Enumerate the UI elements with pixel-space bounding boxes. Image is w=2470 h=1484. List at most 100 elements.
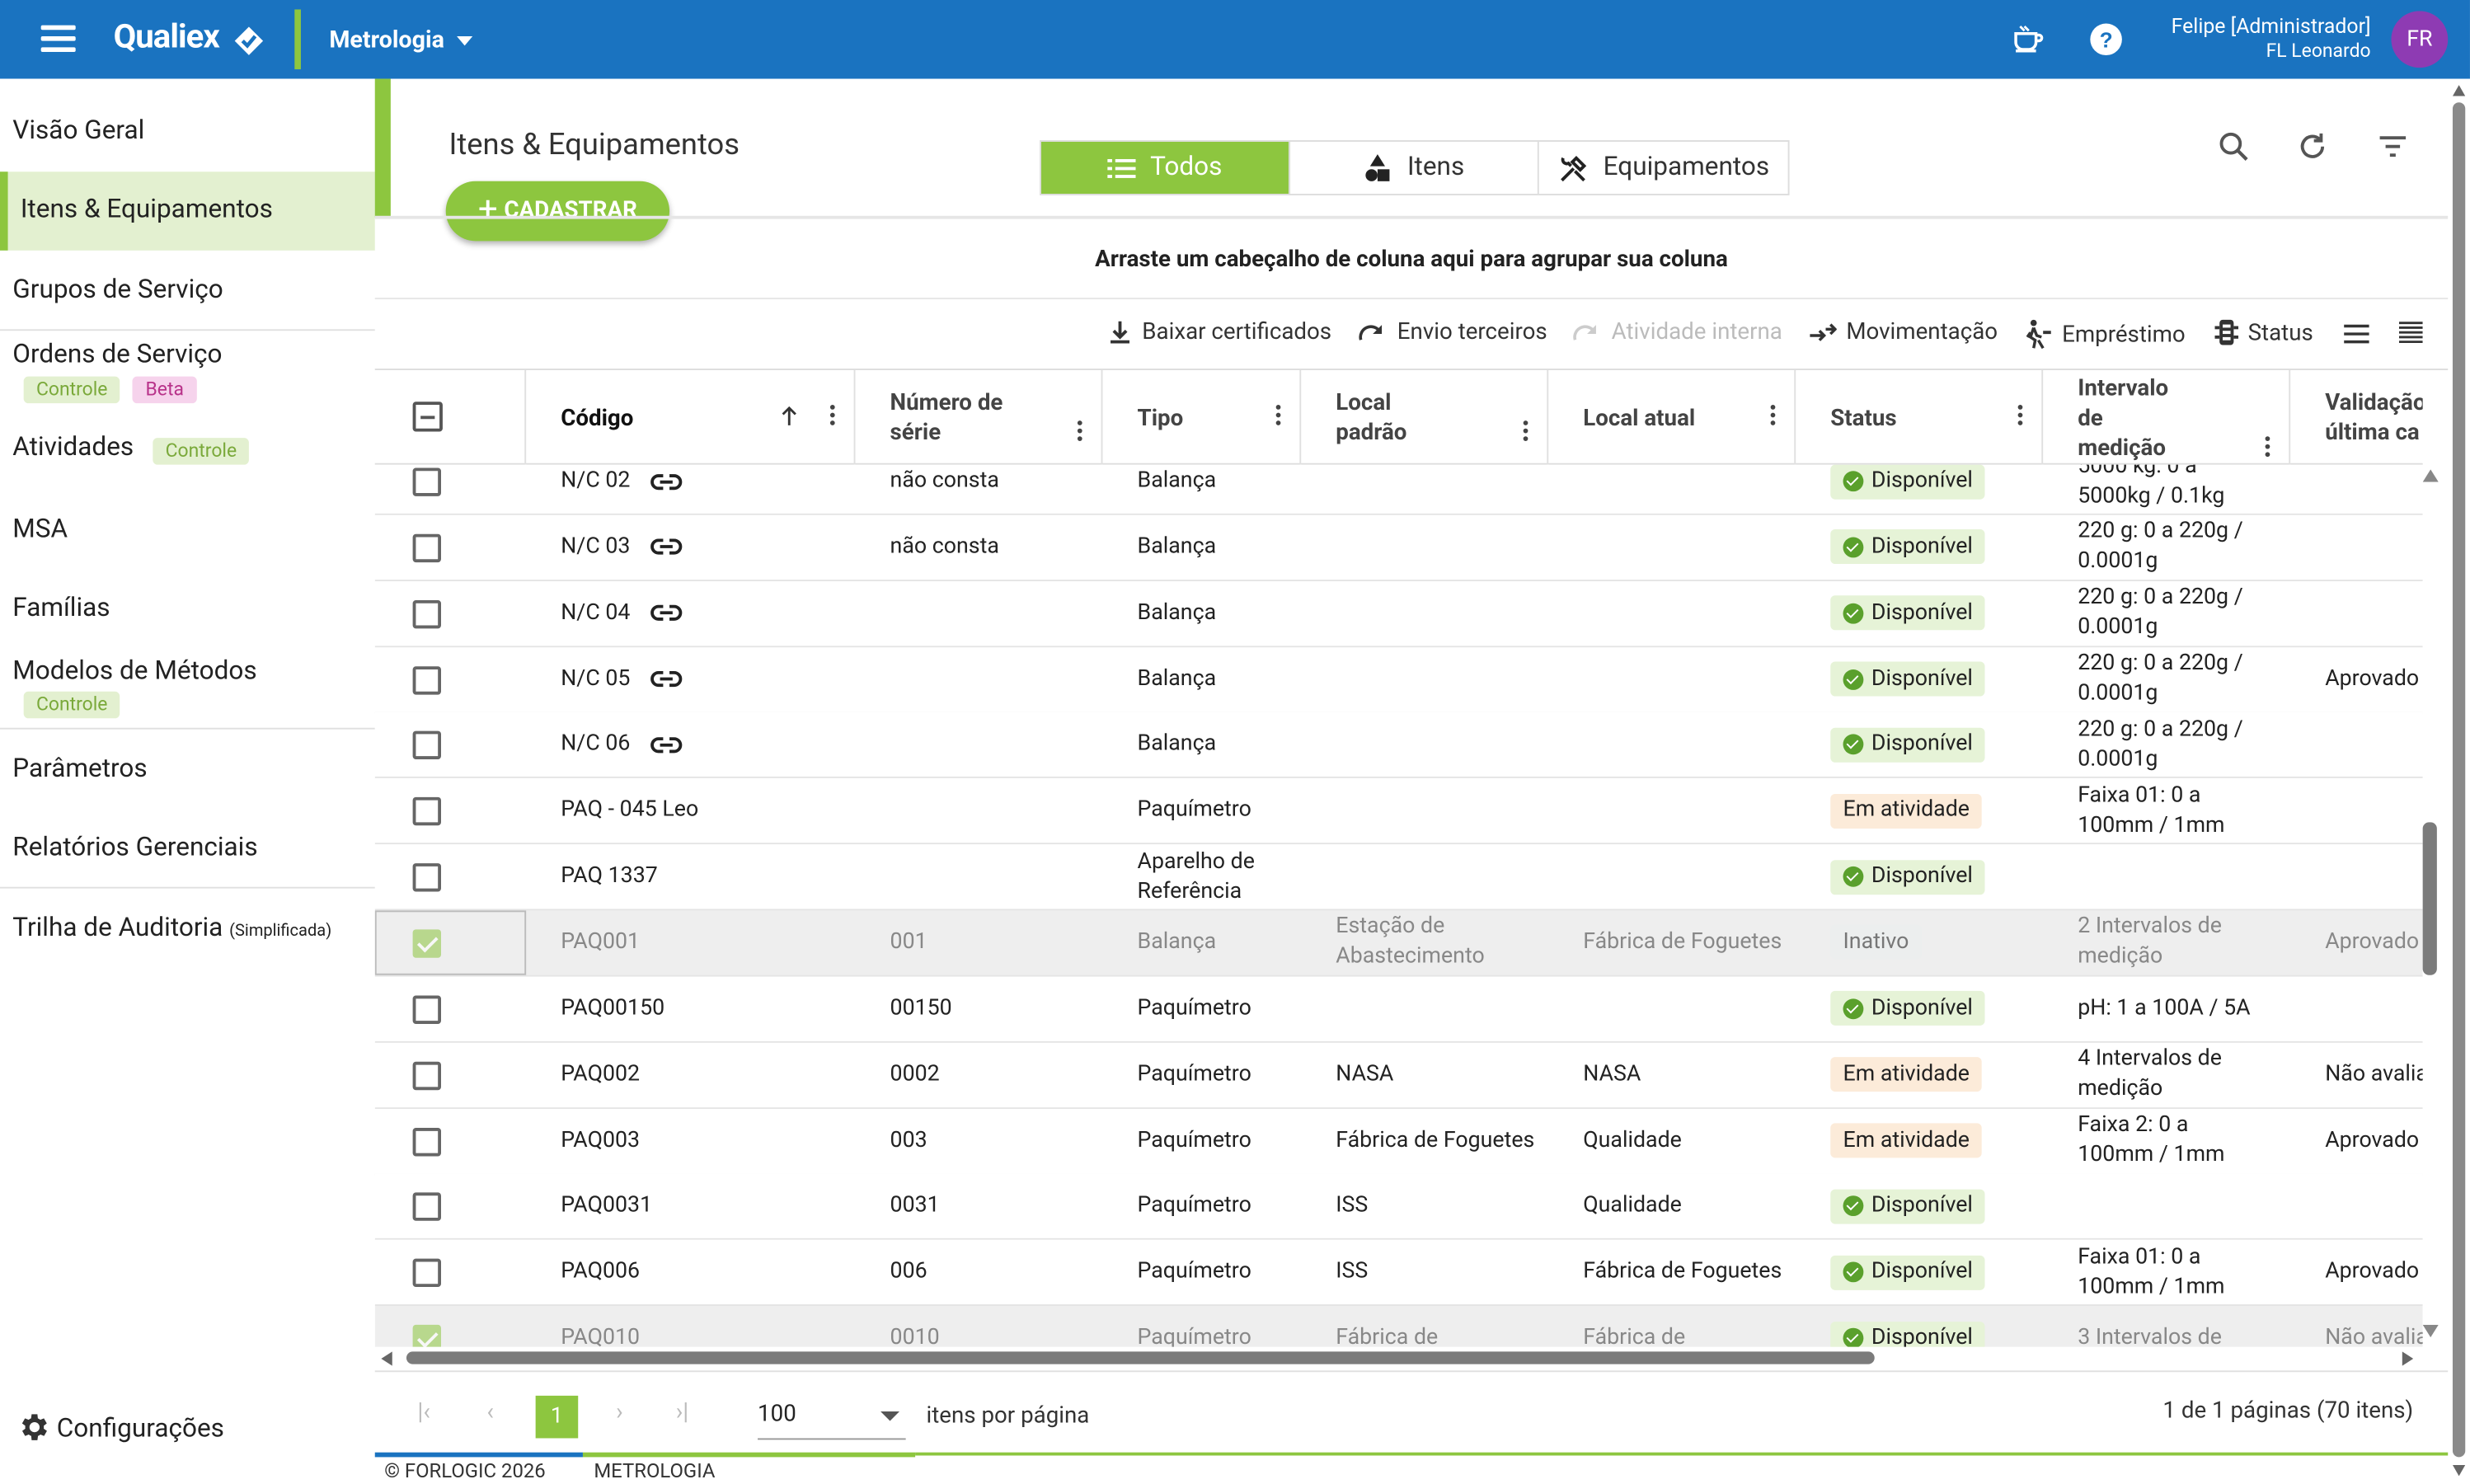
link-icon[interactable]: [649, 602, 683, 624]
internal-activity-button[interactable]: Atividade interna: [1572, 318, 1782, 345]
column-menu-icon[interactable]: [829, 405, 835, 429]
column-header-local-atual[interactable]: Local atual: [1548, 370, 1796, 465]
sidebar-item-ordens-servico[interactable]: Ordens de Serviço Controle Beta: [0, 331, 375, 410]
send-third-party-button[interactable]: Envio terceiros: [1358, 318, 1547, 345]
table-row[interactable]: N/C 02 não consta Balança Disponível 5000 kg…: [374, 464, 2423, 515]
scroll-left-icon[interactable]: [381, 1351, 393, 1366]
sidebar-item-parametros[interactable]: Parâmetros: [0, 737, 375, 803]
avatar[interactable]: FR: [2391, 11, 2449, 68]
group-panel[interactable]: Arraste um cabeçalho de coluna aqui para…: [374, 215, 2449, 300]
sidebar-item-atividades[interactable]: Atividades Controle: [0, 416, 375, 485]
column-menu-icon[interactable]: [2265, 436, 2270, 460]
sidebar-item-msa[interactable]: MSA: [0, 498, 375, 564]
app-logo[interactable]: Qualiex: [114, 19, 220, 57]
refresh-icon[interactable]: [2295, 129, 2330, 164]
search-icon[interactable]: [2216, 129, 2251, 164]
tab-todos[interactable]: Todos: [1040, 141, 1290, 195]
scroll-right-icon[interactable]: [2401, 1351, 2414, 1366]
settings-link[interactable]: Configurações: [16, 1410, 224, 1444]
module-selector[interactable]: Metrologia: [329, 26, 473, 54]
row-checkbox[interactable]: [412, 1324, 441, 1347]
compact-density-icon[interactable]: [2398, 322, 2423, 347]
scrollbar-thumb[interactable]: [2452, 102, 2466, 1458]
table-row[interactable]: PAQ 1337 Aparelho de Referência Disponível: [374, 844, 2423, 911]
scrollbar-thumb[interactable]: [406, 1351, 1875, 1364]
first-page-icon[interactable]: |‹: [417, 1397, 430, 1425]
sidebar-item-trilha-auditoria[interactable]: Trilha de Auditoria (Simplificada): [0, 896, 375, 962]
coffee-icon[interactable]: [2010, 22, 2045, 57]
status-button[interactable]: Status: [2214, 318, 2313, 346]
sidebar-item-itens-equipamentos[interactable]: Itens & Equipamentos: [0, 171, 375, 251]
table-row[interactable]: N/C 05 Balança Disponível 220 g: 0 a 220g /…: [374, 646, 2423, 713]
row-checkbox[interactable]: [412, 797, 441, 826]
table-row[interactable]: PAQ0031 0031 Paquímetro ISS Qualidade Disponí…: [374, 1174, 2423, 1241]
download-certificates-button[interactable]: Baixar certificados: [1107, 318, 1331, 345]
table-row[interactable]: N/C 06 Balança Disponível 220 g: 0 a 220g /…: [374, 712, 2423, 779]
table-row[interactable]: PAQ - 045 Leo Paquímetro Em atividade Faixa…: [374, 778, 2423, 845]
row-checkbox[interactable]: [412, 995, 441, 1024]
horizontal-scrollbar[interactable]: [375, 1347, 2423, 1368]
table-row[interactable]: PAQ00150 00150 Paquímetro Disponível pH: 1 a…: [374, 976, 2423, 1043]
table-row[interactable]: PAQ010 0010 Paquímetro Fábrica de Fábrica de…: [374, 1306, 2423, 1347]
table-row[interactable]: N/C 03 não consta Balança Disponível 220 g: …: [374, 514, 2423, 581]
row-checkbox[interactable]: [412, 863, 441, 892]
row-checkbox[interactable]: [412, 467, 441, 496]
sidebar-item-relatorios[interactable]: Relatórios Gerenciais: [0, 816, 375, 882]
link-icon[interactable]: [649, 470, 683, 492]
row-checkbox[interactable]: [412, 1127, 441, 1156]
row-checkbox[interactable]: [412, 1061, 441, 1090]
next-page-icon[interactable]: ›: [616, 1397, 623, 1425]
filter-icon[interactable]: [2375, 129, 2410, 164]
column-header-codigo[interactable]: Código: [526, 370, 856, 465]
movement-button[interactable]: Movimentação: [1808, 318, 1998, 345]
loan-button[interactable]: Empréstimo: [2024, 318, 2186, 350]
row-checkbox[interactable]: [412, 599, 441, 628]
row-checkbox[interactable]: [412, 731, 441, 760]
table-row[interactable]: PAQ006 006 Paquímetro ISS Fábrica de Foguete…: [374, 1240, 2423, 1307]
scroll-up-icon[interactable]: [2422, 469, 2439, 482]
table-row[interactable]: N/C 04 Balança Disponível 220 g: 0 a 220g /…: [374, 580, 2423, 647]
table-row[interactable]: PAQ003 003 Paquímetro Fábrica de Foguetes Qu…: [374, 1108, 2423, 1175]
row-checkbox[interactable]: [412, 1259, 441, 1288]
link-icon[interactable]: [649, 668, 683, 690]
tab-equipamentos[interactable]: Equipamentos: [1539, 142, 1788, 194]
link-icon[interactable]: [649, 734, 683, 756]
column-header-status[interactable]: Status: [1796, 370, 2044, 465]
user-info[interactable]: Felipe [Administrador] FL Leonardo: [2172, 16, 2371, 63]
row-checkbox[interactable]: [412, 1193, 441, 1222]
column-header-intervalo[interactable]: Intervalo de medição: [2043, 370, 2291, 465]
sidebar-item-grupos-servico[interactable]: Grupos de Serviço: [0, 258, 375, 324]
column-menu-icon[interactable]: [1523, 420, 1528, 444]
row-checkbox[interactable]: [412, 929, 441, 958]
sidebar-item-familias[interactable]: Famílias: [0, 576, 375, 642]
page-scrollbar[interactable]: [2448, 79, 2470, 1484]
column-menu-icon[interactable]: [1077, 420, 1082, 444]
sidebar-item-visao-geral[interactable]: Visão Geral: [0, 101, 375, 163]
column-header-local-padrao[interactable]: Local padrão: [1301, 370, 1549, 465]
link-icon[interactable]: [649, 536, 683, 558]
vertical-scrollbar[interactable]: [2421, 465, 2444, 1347]
scrollbar-thumb[interactable]: [2422, 822, 2437, 975]
column-menu-icon[interactable]: [1770, 405, 1776, 429]
table-row[interactable]: PAQ002 0002 Paquímetro NASA NASA Em atividade…: [374, 1042, 2423, 1109]
page-size-select[interactable]: 100: [758, 1391, 906, 1440]
sidebar-item-modelos-metodos[interactable]: Modelos de Métodos Controle: [0, 647, 375, 726]
column-menu-icon[interactable]: [1275, 405, 1281, 429]
menu-icon[interactable]: [40, 25, 76, 54]
page-number-current[interactable]: 1: [535, 1395, 579, 1439]
scroll-down-icon[interactable]: [2422, 1324, 2439, 1338]
help-icon[interactable]: ?: [2089, 22, 2124, 57]
prev-page-icon[interactable]: ‹: [486, 1397, 494, 1425]
scroll-down-icon[interactable]: [2452, 1464, 2466, 1477]
tab-itens[interactable]: Itens: [1290, 141, 1539, 195]
column-header-numero-serie[interactable]: Número de série: [856, 370, 1103, 465]
select-all-checkbox[interactable]: [412, 402, 443, 432]
row-checkbox[interactable]: [412, 665, 441, 694]
column-menu-icon[interactable]: [2017, 405, 2023, 429]
density-icon[interactable]: [2344, 323, 2369, 345]
scroll-up-icon[interactable]: [2452, 85, 2466, 96]
table-row[interactable]: PAQ001 001 Balança Estação de Abastecimento…: [374, 910, 2423, 977]
last-page-icon[interactable]: ›|: [676, 1397, 689, 1425]
column-header-tipo[interactable]: Tipo: [1102, 370, 1302, 465]
column-header-validacao[interactable]: Validação última ca: [2290, 370, 2422, 465]
